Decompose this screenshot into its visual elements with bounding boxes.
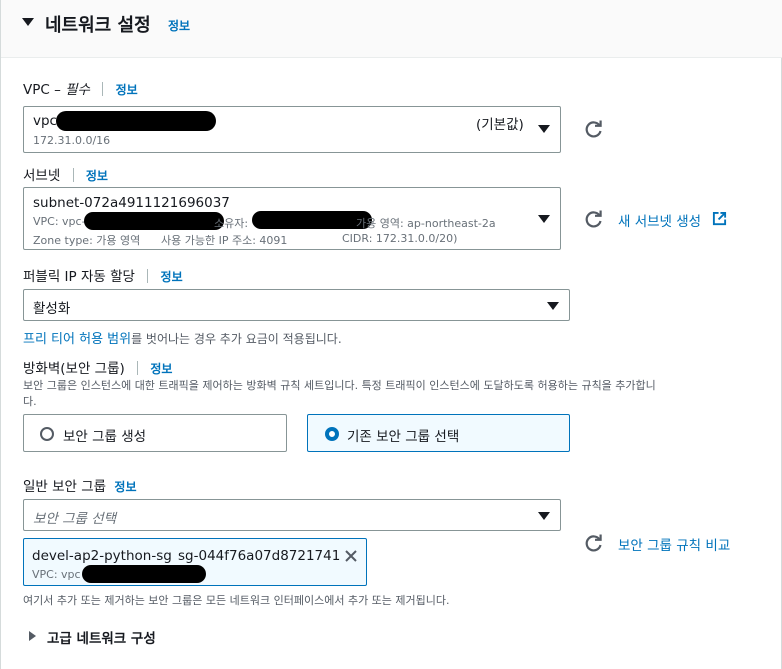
firewall-label: 방화벽(보안 그룹) xyxy=(23,361,125,377)
dropdown-arrow-icon xyxy=(547,302,559,310)
existing-security-group-label: 기존 보안 그룹 선택 xyxy=(347,429,460,445)
vpc-cidr: 172.31.0.0/16 xyxy=(33,134,111,147)
divider xyxy=(147,269,149,283)
subnet-zone-type: Zone type: 가용 영역 xyxy=(33,234,141,247)
vpc-select[interactable]: vpc (기본값) 172.31.0.0/16 xyxy=(23,106,561,153)
public-ip-select[interactable]: 활성화 xyxy=(23,289,570,321)
free-tier-text: 를 벗어나는 경우 추가 요금이 적용됩니다. xyxy=(131,332,342,346)
vpc-required: 필수 xyxy=(65,82,90,98)
subnet-info-link[interactable]: 정보 xyxy=(86,169,108,183)
redaction-mark xyxy=(84,212,224,230)
divider xyxy=(102,82,104,96)
public-ip-value: 활성화 xyxy=(33,301,71,317)
advanced-network-label: 고급 네트워크 구성 xyxy=(47,631,156,647)
refresh-subnet-icon[interactable] xyxy=(584,209,604,229)
token-id: sg-044f76a07d8721741 xyxy=(178,548,341,564)
section-title: 네트워크 설정 xyxy=(45,15,151,36)
token-vpc: VPC: vpc xyxy=(32,568,81,581)
vpc-default-tag: (기본값) xyxy=(476,117,524,133)
public-ip-info-link[interactable]: 정보 xyxy=(161,270,183,284)
subnet-vpc: VPC: vpc- xyxy=(33,215,86,228)
close-icon[interactable] xyxy=(344,549,358,563)
advanced-network-toggle[interactable]: 고급 네트워크 구성 xyxy=(23,626,223,647)
vpc-label-row: VPC – 필수 정보 xyxy=(23,78,138,98)
security-group-label-row: 일반 보안 그룹 정보 xyxy=(23,475,137,495)
subnet-cidr: CIDR: 172.31.0.0/20) xyxy=(342,232,458,245)
subnet-label: 서브넷 xyxy=(23,168,61,184)
redaction-mark xyxy=(252,211,372,229)
public-ip-label-row: 퍼블릭 IP 자동 할당 정보 xyxy=(23,265,183,285)
dropdown-arrow-icon xyxy=(538,125,550,133)
security-group-token: devel-ap2-python-sg sg-044f76a07d8721741… xyxy=(23,538,367,586)
radio-button-selected[interactable] xyxy=(325,427,339,441)
create-security-group-label: 보안 그룹 생성 xyxy=(63,429,147,445)
subnet-owner: 소유자: xyxy=(214,217,249,230)
firewall-label-row: 방화벽(보안 그룹) 정보 xyxy=(23,357,172,377)
subnet-value: subnet-072a4911121696037 xyxy=(33,195,230,211)
collapse-caret-icon[interactable] xyxy=(22,18,34,26)
security-group-note: 여기서 추가 또는 제거하는 보안 그룹은 모든 네트워크 인터페이스에서 추가… xyxy=(23,594,450,607)
expand-caret-icon[interactable] xyxy=(29,631,36,641)
network-settings-panel: 네트워크 설정 정보 VPC – 필수 정보 vpc (기본값) 172.31.… xyxy=(0,0,782,669)
vpc-label: VPC – xyxy=(23,82,61,98)
radio-button[interactable] xyxy=(40,427,54,441)
redaction-mark xyxy=(56,111,216,131)
token-name: devel-ap2-python-sg xyxy=(32,548,172,564)
section-info-link[interactable]: 정보 xyxy=(168,17,190,34)
divider xyxy=(72,168,74,182)
redaction-mark xyxy=(82,565,206,583)
external-link-icon[interactable] xyxy=(712,211,727,226)
vpc-value: vpc xyxy=(33,113,57,129)
existing-security-group-option[interactable]: 기존 보안 그룹 선택 xyxy=(307,414,570,452)
free-tier-link[interactable]: 프리 티어 허용 범위 xyxy=(23,332,131,347)
firewall-description-line1: 보안 그룹은 인스턴스에 대한 트래픽을 제어하는 방화벽 규칙 세트입니다. … xyxy=(23,379,656,392)
vpc-info-link[interactable]: 정보 xyxy=(116,83,138,97)
refresh-security-group-icon[interactable] xyxy=(584,533,604,553)
security-group-placeholder: 보안 그룹 선택 xyxy=(33,511,117,527)
security-group-info-link[interactable]: 정보 xyxy=(114,480,136,494)
create-security-group-option[interactable]: 보안 그룹 생성 xyxy=(23,414,287,452)
compare-rules-link[interactable]: 보안 그룹 규칙 비교 xyxy=(618,534,730,554)
subnet-label-row: 서브넷 정보 xyxy=(23,164,108,184)
security-group-label: 일반 보안 그룹 xyxy=(23,479,107,495)
security-group-select[interactable]: 보안 그룹 선택 xyxy=(23,499,561,531)
dropdown-arrow-icon xyxy=(538,512,550,520)
public-ip-label: 퍼블릭 IP 자동 할당 xyxy=(23,269,135,285)
divider xyxy=(137,361,139,375)
create-subnet-link[interactable]: 새 서브넷 생성 xyxy=(618,210,701,230)
section-header[interactable]: 네트워크 설정 정보 xyxy=(1,0,782,58)
subnet-select[interactable]: subnet-072a4911121696037 VPC: vpc- 소유자: … xyxy=(23,187,561,250)
dropdown-arrow-icon xyxy=(538,215,550,223)
firewall-info-link[interactable]: 정보 xyxy=(150,362,172,376)
refresh-vpc-icon[interactable] xyxy=(584,119,604,139)
firewall-description-line2: 다. xyxy=(23,395,37,408)
subnet-az: 가용 영역: ap-northeast-2a xyxy=(356,217,496,230)
free-tier-note: 프리 티어 허용 범위를 벗어나는 경우 추가 요금이 적용됩니다. xyxy=(23,328,342,347)
subnet-available-ip: 사용 가능한 IP 주소: 4091 xyxy=(161,234,288,247)
